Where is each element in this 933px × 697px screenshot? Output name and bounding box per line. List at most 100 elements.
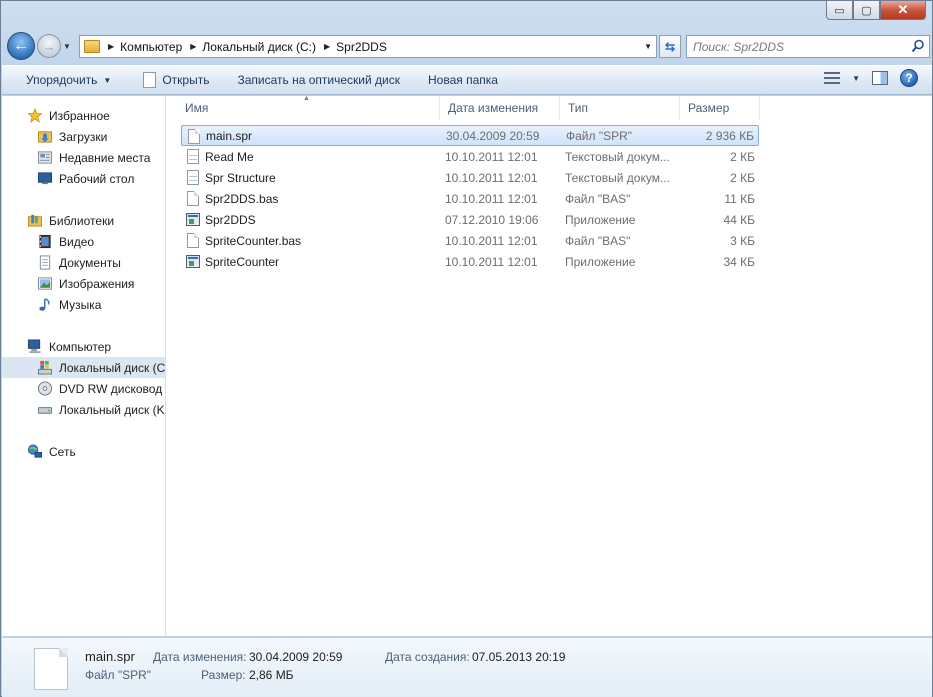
file-type: Файл "SPR"	[566, 128, 633, 143]
sidebar-item-dvd-drive[interactable]: DVD RW дисковод (	[2, 378, 165, 399]
file-row[interactable]: SpriteCounter.bas 10.10.2011 12:01 Файл …	[181, 230, 759, 251]
file-row[interactable]: Read Me 10.10.2011 12:01 Текстовый докум…	[181, 146, 759, 167]
sidebar-item-music[interactable]: Музыка	[2, 294, 165, 315]
breadcrumb-spr2dds[interactable]: Spr2DDS	[336, 40, 387, 54]
column-header-date[interactable]: Дата изменения	[440, 96, 560, 120]
change-view-icon[interactable]	[824, 72, 841, 84]
details-modified-value: 30.04.2009 20:59	[249, 650, 343, 664]
open-button[interactable]: Открыть	[137, 67, 215, 93]
close-button[interactable]: ✕	[880, 1, 926, 20]
command-bar: Упорядочить ▼ Открыть Записать на оптиче…	[2, 65, 932, 95]
sidebar-item-recent-places[interactable]: Недавние места	[2, 147, 165, 168]
file-date: 10.10.2011 12:01	[445, 254, 538, 269]
back-button[interactable]: ←	[7, 32, 35, 60]
file-rows: main.spr 30.04.2009 20:59 Файл "SPR" 2 9…	[181, 125, 759, 272]
file-size: 34 КБ	[723, 254, 755, 269]
maximize-button[interactable]: ▢	[853, 1, 880, 20]
sidebar-item-video[interactable]: Видео	[2, 231, 165, 252]
minimize-button[interactable]: ▭	[826, 1, 853, 20]
organize-button[interactable]: Упорядочить ▼	[20, 67, 117, 93]
column-size-label: Размер	[688, 101, 730, 115]
sidebar-item-pictures[interactable]: Изображения	[2, 273, 165, 294]
file-name: Spr2DDS	[205, 212, 256, 227]
libraries-icon	[27, 214, 43, 227]
breadcrumb-separator-icon[interactable]: ▶	[108, 42, 114, 51]
sidebar-item-desktop[interactable]: Рабочий стол	[2, 168, 165, 189]
file-size: 2 936 КБ	[705, 128, 754, 143]
burn-to-disc-button[interactable]: Записать на оптический диск	[231, 67, 406, 93]
sidebar-item-local-disk-c[interactable]: Локальный диск (C	[2, 357, 166, 378]
documents-icon	[39, 255, 51, 270]
column-name-label: Имя	[185, 101, 209, 115]
network-group: Сеть	[2, 441, 165, 462]
file-size: 44 КБ	[723, 212, 755, 227]
recent-pages-dropdown[interactable]: ▼	[63, 42, 75, 51]
organize-label: Упорядочить	[26, 73, 98, 87]
system-drive-icon	[37, 360, 53, 375]
libraries-label: Библиотеки	[49, 213, 115, 228]
application-icon	[186, 213, 200, 226]
column-header-name[interactable]: ▲ Имя	[167, 95, 440, 120]
navigation-pane[interactable]: Избранное Загрузки Недавние места Рабочи…	[2, 96, 166, 636]
sidebar-item-local-disk-k[interactable]: Локальный диск (K	[2, 399, 165, 420]
file-date: 07.12.2010 19:06	[445, 212, 539, 227]
view-options-dropdown-icon[interactable]: ▼	[852, 74, 860, 83]
file-size: 2 КБ	[730, 170, 755, 185]
sidebar-item-libraries[interactable]: Библиотеки	[2, 210, 165, 231]
search-box[interactable]	[686, 35, 930, 58]
column-header-size[interactable]: Размер	[680, 96, 760, 120]
burn-label: Записать на оптический диск	[237, 73, 400, 87]
document-icon	[143, 72, 157, 88]
file-row[interactable]: Spr Structure 10.10.2011 12:01 Текстовый…	[181, 167, 759, 188]
file-row[interactable]: Spr2DDS.bas 10.10.2011 12:01 Файл "BAS" …	[181, 188, 759, 209]
file-type: Текстовый докум...	[565, 149, 670, 164]
sidebar-item-computer[interactable]: Компьютер	[2, 336, 165, 357]
computer-icon	[27, 339, 41, 354]
column-header-type[interactable]: Тип	[560, 96, 680, 120]
new-folder-button[interactable]: Новая папка	[422, 67, 504, 93]
computer-group: Компьютер Локальный диск (C DVD RW диско…	[2, 336, 166, 420]
preview-pane-icon[interactable]	[872, 71, 888, 85]
sidebar-item-favorites[interactable]: Избранное	[2, 105, 165, 126]
sidebar-item-documents[interactable]: Документы	[2, 252, 165, 273]
file-name: Spr2DDS.bas	[205, 191, 279, 206]
file-row[interactable]: SpriteCounter 10.10.2011 12:01 Приложени…	[181, 251, 759, 272]
refresh-button[interactable]: ⇆	[659, 35, 681, 58]
explorer-window: ▭ ▢ ✕ ← → ▼ ▶ Компьютер ▶ Локальный диск…	[0, 0, 933, 697]
breadcrumb-separator-icon[interactable]: ▶	[324, 42, 330, 51]
breadcrumb-separator-icon[interactable]: ▶	[190, 42, 196, 51]
file-date: 10.10.2011 12:01	[445, 191, 538, 206]
network-icon	[27, 444, 43, 458]
forward-button[interactable]: →	[37, 34, 61, 58]
recent-places-icon	[37, 151, 53, 164]
breadcrumb-local-disk[interactable]: Локальный диск (C:)	[202, 40, 316, 54]
file-size: 11 КБ	[724, 191, 755, 206]
back-arrow-icon: ←	[13, 37, 29, 54]
help-icon[interactable]: ?	[900, 69, 918, 87]
file-size: 2 КБ	[730, 149, 755, 164]
address-dropdown-icon[interactable]: ▼	[644, 42, 652, 51]
desktop-label: Рабочий стол	[59, 171, 135, 186]
file-size: 3 КБ	[730, 233, 755, 248]
search-input[interactable]	[693, 39, 903, 54]
file-row[interactable]: Spr2DDS 07.12.2010 19:06 Приложение 44 К…	[181, 209, 759, 230]
file-name: SpriteCounter.bas	[205, 233, 302, 248]
new-folder-label: Новая папка	[427, 73, 498, 87]
sidebar-item-downloads[interactable]: Загрузки	[2, 126, 165, 147]
sidebar-item-network[interactable]: Сеть	[2, 441, 165, 462]
application-icon	[186, 255, 200, 268]
file-list[interactable]: ▲ Имя Дата изменения Тип Размер main.spr…	[167, 95, 932, 636]
navigation-bar: ← → ▼ ▶ Компьютер ▶ Локальный диск (C:) …	[7, 31, 930, 61]
file-row[interactable]: main.spr 30.04.2009 20:59 Файл "SPR" 2 9…	[181, 125, 759, 146]
network-label: Сеть	[49, 444, 76, 459]
hard-drive-icon	[37, 407, 53, 414]
file-date: 10.10.2011 12:01	[445, 233, 538, 248]
search-icon[interactable]	[911, 39, 925, 53]
file-type: Приложение	[565, 212, 636, 227]
local-disk-c-label: Локальный диск (C	[59, 360, 166, 375]
text-file-icon	[187, 170, 199, 185]
address-bar[interactable]: ▶ Компьютер ▶ Локальный диск (C:) ▶ Spr2…	[79, 35, 657, 58]
column-date-label: Дата изменения	[448, 101, 539, 115]
breadcrumb-computer[interactable]: Компьютер	[120, 40, 182, 54]
file-name: SpriteCounter	[205, 254, 280, 269]
